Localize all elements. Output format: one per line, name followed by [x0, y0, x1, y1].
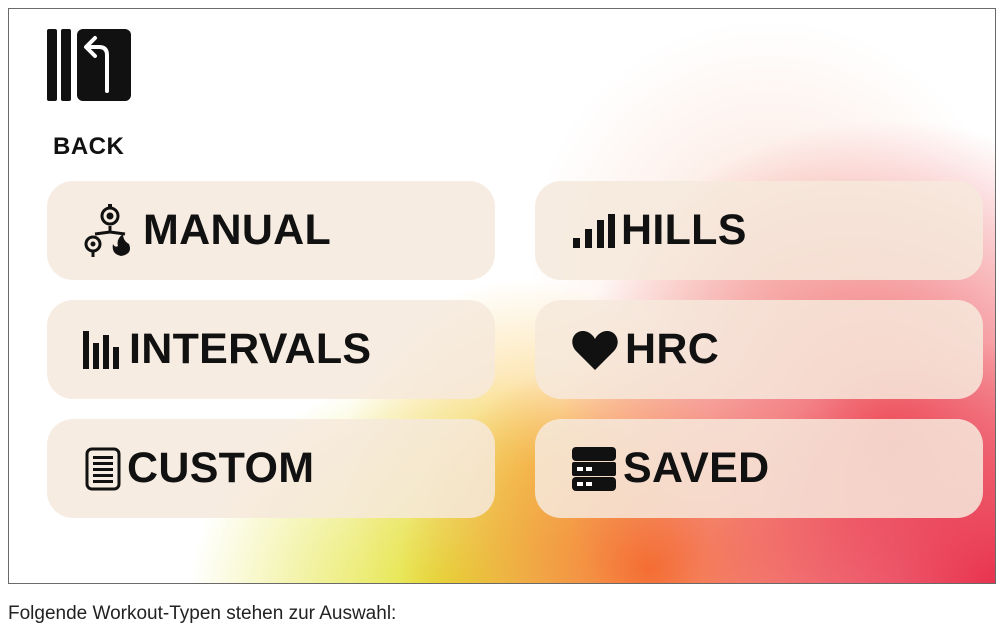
caption-text: Folgende Workout-Typen stehen zur Auswah…	[8, 603, 397, 624]
back-label: BACK	[53, 133, 125, 160]
back-arrow-icon	[47, 29, 131, 101]
stack-icon	[571, 446, 617, 492]
intervals-button[interactable]: INTERVALS	[47, 300, 495, 399]
custom-button[interactable]: CUSTOM	[47, 419, 495, 518]
workout-screen: BACK MANUAL HILLS INTERVALS HRC CUSTOM S…	[8, 8, 996, 584]
hrc-button[interactable]: HRC	[535, 300, 983, 399]
manual-label: MANUAL	[143, 206, 332, 254]
saved-label: SAVED	[623, 444, 770, 492]
manual-button[interactable]: MANUAL	[47, 181, 495, 280]
back-button[interactable]: BACK	[45, 25, 135, 160]
document-icon	[85, 447, 121, 491]
bars-ascending-icon	[571, 213, 615, 248]
interval-bars-icon	[83, 330, 123, 369]
custom-label: CUSTOM	[127, 444, 315, 492]
intervals-label: INTERVALS	[129, 325, 372, 373]
saved-button[interactable]: SAVED	[535, 419, 983, 518]
hills-label: HILLS	[621, 206, 747, 254]
hills-button[interactable]: HILLS	[535, 181, 983, 280]
manual-icon	[83, 203, 137, 258]
hrc-label: HRC	[625, 325, 720, 373]
heart-icon	[571, 330, 619, 370]
